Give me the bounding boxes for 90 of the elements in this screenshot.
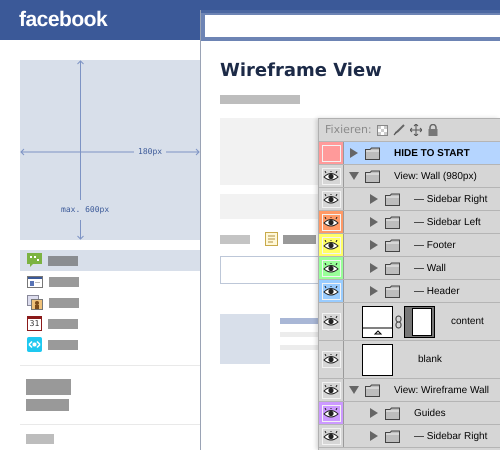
eye-icon[interactable] <box>323 354 339 365</box>
layer-row[interactable]: — Sidebar Right <box>343 425 500 447</box>
text-placeholder <box>220 234 250 244</box>
text-placeholder <box>49 276 79 286</box>
folder-icon <box>385 192 400 206</box>
text-placeholder <box>283 234 316 244</box>
text-placeholder <box>26 399 69 411</box>
layer-row[interactable]: blank <box>343 341 500 378</box>
text-placeholder <box>48 340 78 350</box>
folder-icon <box>385 262 400 274</box>
visibility-toggle[interactable] <box>322 351 340 368</box>
text-placeholder <box>280 318 320 324</box>
disclosure-triangle-icon[interactable] <box>369 263 379 273</box>
layer-row[interactable]: — Wall <box>343 257 500 279</box>
layer-row[interactable]: — Footer <box>343 234 500 256</box>
disclosure-triangle-icon[interactable] <box>349 171 359 181</box>
eye-icon[interactable] <box>323 262 339 274</box>
eye-icon[interactable] <box>323 216 339 228</box>
layer-row[interactable]: content <box>343 303 500 340</box>
folder-icon <box>385 216 400 228</box>
layer-row[interactable]: — Sidebar Right <box>343 188 500 210</box>
lock-icon[interactable] <box>426 124 439 136</box>
layer-row[interactable]: — Sidebar Left <box>343 211 500 233</box>
eye-icon[interactable] <box>323 408 339 418</box>
disclosure-triangle-icon[interactable] <box>369 408 379 418</box>
brush-icon[interactable] <box>392 124 405 136</box>
layer-row[interactable]: HIDE TO START <box>343 142 500 164</box>
dimension-label: 180px <box>134 146 166 158</box>
folder-icon <box>365 170 380 182</box>
eye-icon[interactable] <box>323 316 339 327</box>
eye-icon[interactable] <box>323 240 339 250</box>
layer-name: blank <box>418 353 442 367</box>
layer-row[interactable]: Guides <box>343 402 500 424</box>
text-placeholder <box>280 345 320 350</box>
layer-thumbnail <box>362 306 393 338</box>
link-icon[interactable] <box>395 314 402 328</box>
page-title: Wireframe View <box>220 59 383 83</box>
move-icon[interactable] <box>410 124 422 136</box>
eye-icon[interactable] <box>323 384 339 396</box>
text-placeholder <box>26 379 71 395</box>
folder-icon <box>365 384 380 396</box>
eye-icon[interactable] <box>323 170 339 182</box>
layer-name: Guides <box>414 406 446 420</box>
text-placeholder <box>280 332 320 337</box>
layer-name: content <box>451 315 484 329</box>
layer-row[interactable]: — Header <box>343 280 500 302</box>
layer-name: — Header <box>414 284 460 298</box>
layer-name: HIDE TO START <box>394 146 470 160</box>
visibility-toggle[interactable] <box>322 313 340 330</box>
layer-thumbnail <box>362 344 393 376</box>
profile-card-icon[interactable] <box>27 274 43 289</box>
calendar-icon[interactable]: 31 <box>27 316 42 331</box>
disclosure-triangle-icon[interactable] <box>349 385 359 395</box>
folder-icon <box>385 284 400 298</box>
layer-name: View: Wireframe Wall <box>394 384 490 398</box>
text-placeholder <box>48 256 78 266</box>
text-placeholder <box>48 318 78 328</box>
disclosure-triangle-icon[interactable] <box>349 148 359 158</box>
disclosure-triangle-icon[interactable] <box>369 286 379 296</box>
image-placeholder <box>220 314 270 364</box>
lock-label: Fixieren: <box>325 122 372 138</box>
folder-icon <box>385 238 400 252</box>
layer-name: — Wall <box>414 262 446 276</box>
photos-icon[interactable] <box>27 295 43 310</box>
disclosure-triangle-icon[interactable] <box>369 194 379 204</box>
layer-name: — Sidebar Right <box>414 430 488 444</box>
transparency-lock-icon[interactable] <box>376 124 388 136</box>
layer-name: — Footer <box>414 238 456 252</box>
logo[interactable]: facebook <box>19 7 108 33</box>
layer-row[interactable]: View: Wall (980px) <box>343 165 500 187</box>
dimension-label: max. 600px <box>61 200 110 220</box>
text-placeholder <box>26 434 54 444</box>
layer-name: — Sidebar Right <box>414 192 488 206</box>
disclosure-triangle-icon[interactable] <box>369 240 379 250</box>
folder-icon <box>365 146 380 160</box>
text-placeholder <box>49 298 79 308</box>
layer-mask-thumbnail <box>404 306 435 338</box>
layer-name: — Sidebar Left <box>414 216 481 230</box>
eye-icon[interactable] <box>323 194 339 204</box>
search-field[interactable] <box>205 15 500 37</box>
folder-icon <box>385 406 400 420</box>
eye-icon[interactable] <box>323 286 339 296</box>
eye-icon[interactable] <box>323 430 339 442</box>
folder-icon <box>385 430 400 442</box>
note-icon <box>265 232 278 246</box>
disclosure-triangle-icon[interactable] <box>369 431 379 441</box>
layer-name: View: Wall (980px) <box>394 170 477 184</box>
sidebar-item[interactable]: 31 <box>20 313 200 334</box>
layer-row[interactable]: View: Wireframe Wall <box>343 379 500 401</box>
disclosure-triangle-icon[interactable] <box>369 217 379 227</box>
